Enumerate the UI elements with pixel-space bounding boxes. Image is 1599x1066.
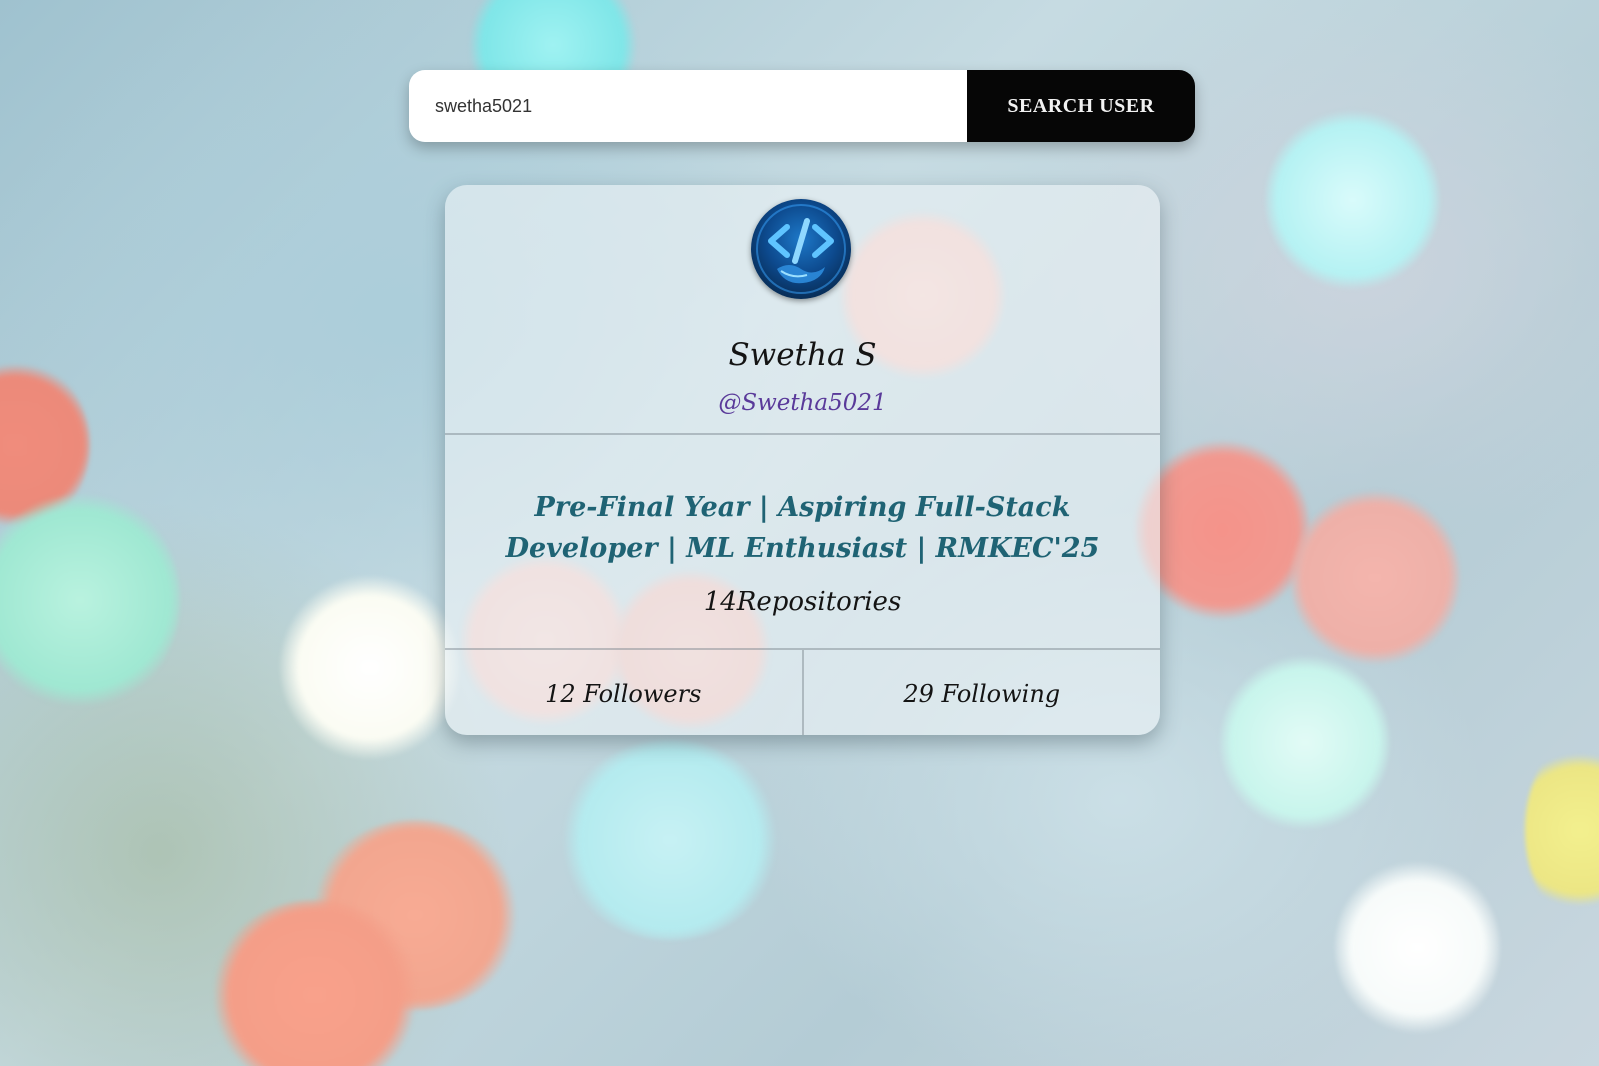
search-user-button[interactable]: SEARCH USER	[967, 70, 1195, 142]
profile-bio: Pre-Final Year | Aspiring Full-Stack Dev…	[505, 492, 1100, 564]
profile-card: Swetha S @Swetha5021 Pre-Final Year | As…	[445, 185, 1160, 735]
profile-name: Swetha S	[728, 337, 877, 373]
profile-username[interactable]: @Swetha5021	[445, 390, 1160, 416]
bokeh-light	[1335, 860, 1500, 1035]
bokeh-light	[1290, 490, 1460, 665]
search-bar: SEARCH USER	[409, 70, 1195, 142]
profile-stats: 12 Followers 29 Following	[445, 648, 1160, 735]
code-brackets-icon	[756, 204, 846, 294]
profile-header: Swetha S @Swetha5021	[445, 185, 1160, 435]
followers-count: 12 Followers	[545, 679, 702, 708]
bokeh-light	[1135, 440, 1310, 620]
bokeh-light	[1220, 655, 1390, 830]
following-count: 29 Following	[801, 650, 1161, 735]
repositories-count: 14Repositories	[703, 587, 902, 617]
avatar[interactable]	[751, 199, 851, 299]
bokeh-light	[1265, 110, 1440, 290]
bokeh-light	[560, 740, 780, 940]
search-input[interactable]	[409, 70, 967, 142]
bokeh-light	[0, 490, 180, 710]
bokeh-light	[280, 575, 460, 760]
bokeh-light	[1525, 740, 1599, 920]
